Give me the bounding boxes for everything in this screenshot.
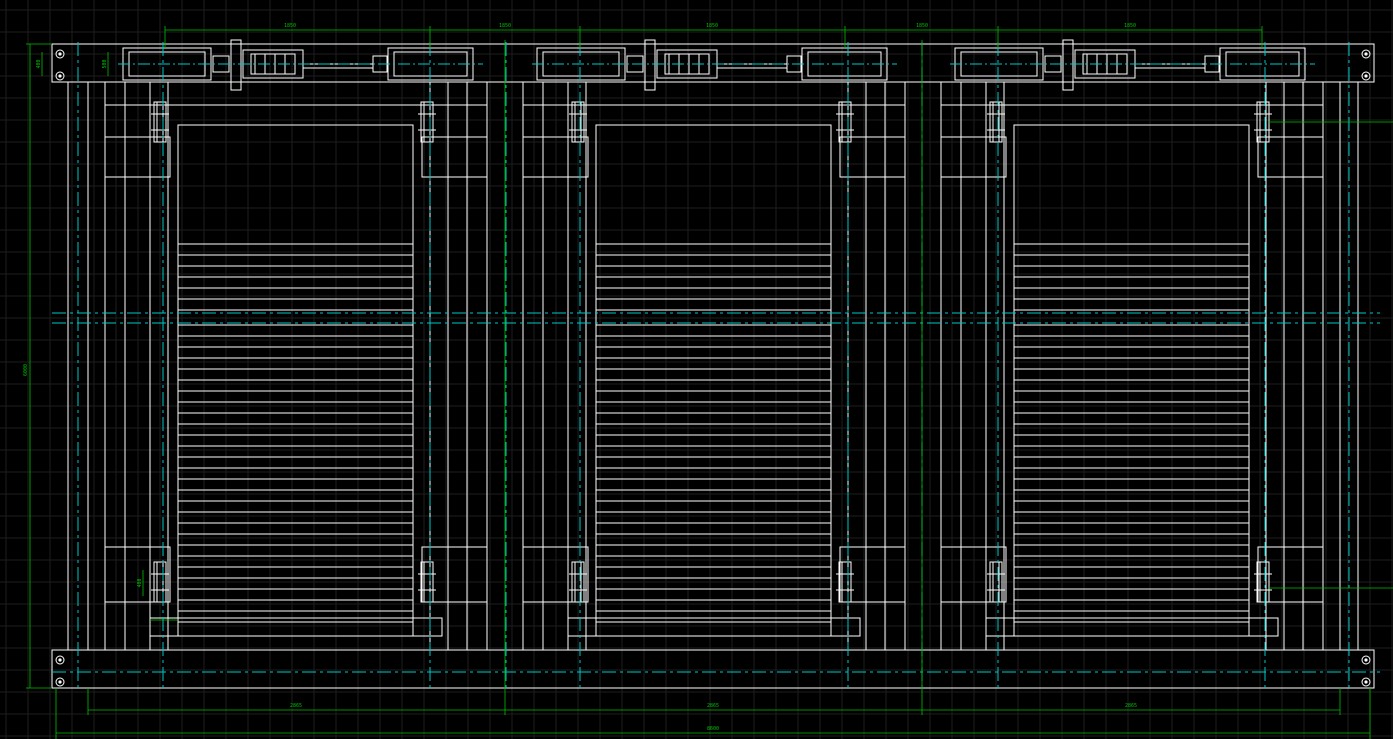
small-dim-label-3: 400 xyxy=(137,578,143,587)
anchor-bolt-center xyxy=(58,680,62,684)
anchor-bolt-center xyxy=(58,52,62,56)
overall-width-label: 8600 xyxy=(707,726,719,732)
anchor-bolt-center xyxy=(58,658,62,662)
bottom-dim-label-3: 2865 xyxy=(1125,703,1137,709)
top-dim-label-1: 1850 xyxy=(284,23,296,29)
top-dim-label-5: 1850 xyxy=(1124,23,1136,29)
anchor-bolt-center xyxy=(1364,52,1368,56)
anchor-bolt-center xyxy=(1364,680,1368,684)
bottom-dim-label-1: 2865 xyxy=(290,703,302,709)
anchor-bolt-center xyxy=(1364,74,1368,78)
overall-height-label: 6000 xyxy=(23,364,29,376)
small-dim-label-2: 500 xyxy=(102,59,108,68)
bottom-dim-label-2: 2865 xyxy=(707,703,719,709)
small-dim-label-1: 400 xyxy=(36,59,42,68)
top-dim-label-4: 1850 xyxy=(916,23,928,29)
anchor-bolt-center xyxy=(58,74,62,78)
top-dim-label-2: 1850 xyxy=(499,23,511,29)
anchor-bolt-center xyxy=(1364,658,1368,662)
cad-drawing-canvas[interactable]: 1850 1850 1850 1850 1850 2865 2865 2865 … xyxy=(0,0,1393,739)
top-dim-label-3: 1850 xyxy=(706,23,718,29)
